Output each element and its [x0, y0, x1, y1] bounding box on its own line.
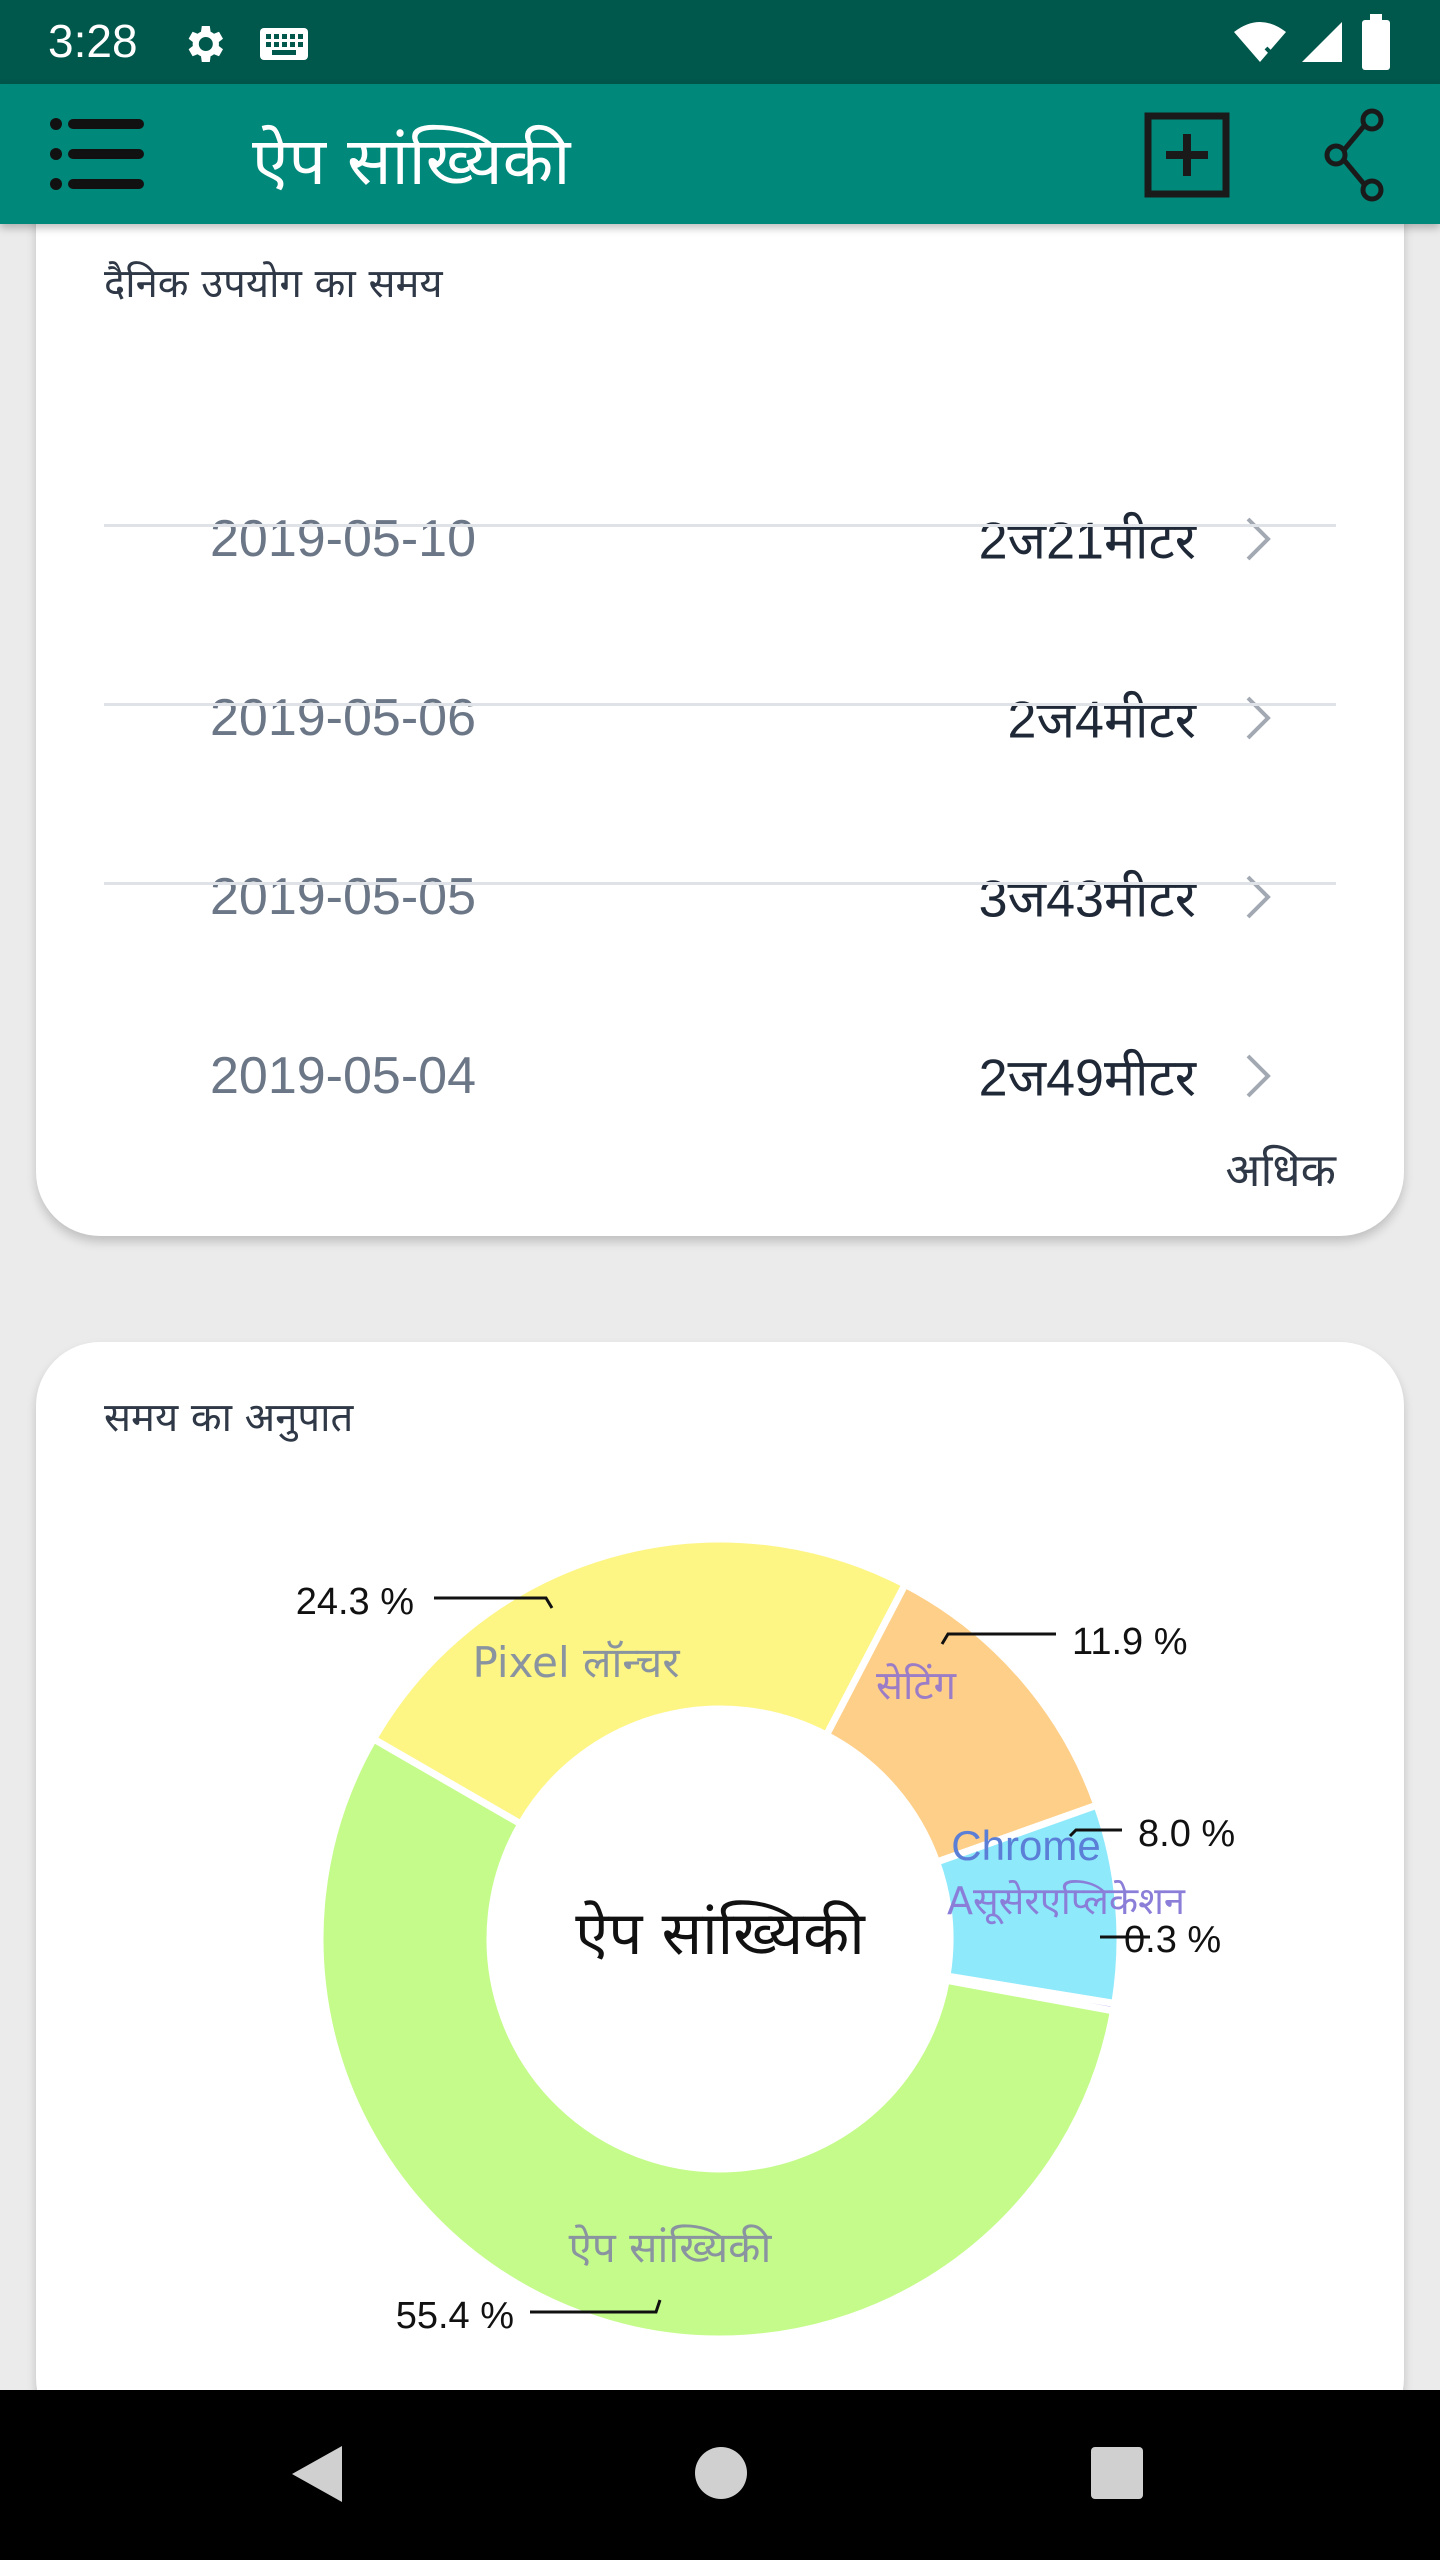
back-icon[interactable]	[286, 2442, 346, 2506]
keyboard-icon	[260, 28, 308, 60]
donut-chart: Pixel लॉन्चर सेटिंग Chrome Aसूसेरएप्लिके…	[296, 1535, 1235, 2343]
add-box-icon[interactable]	[1144, 112, 1230, 198]
donut-center-label: ऐप सांख्यिकी	[575, 1899, 866, 1969]
app-title: ऐप सांख्यिकी	[252, 123, 571, 200]
time-ratio-card: समय का अनुपात Pixel लॉन्चर सेटिंग Chrome…	[36, 1342, 1404, 2442]
app-bar: ऐप सांख्यिकी	[0, 84, 1440, 224]
slice-label: Pixel लॉन्चर	[472, 1638, 680, 1687]
daily-usage-title: दैनिक उपयोग का समय	[104, 261, 443, 307]
settings-icon	[188, 26, 223, 62]
daily-usage-card: दैनिक उपयोग का समय 2019-05-10 2ज21मीटर 2…	[36, 190, 1404, 1236]
menu-icon[interactable]	[48, 114, 148, 194]
percent-label: 24.3 %	[296, 1581, 414, 1623]
signal-icon	[1302, 22, 1342, 62]
usage-date: 2019-05-05	[210, 868, 476, 926]
percent-label: 8.0 %	[1138, 1813, 1235, 1855]
recents-icon[interactable]	[1090, 2446, 1144, 2500]
usage-date: 2019-05-04	[210, 1047, 476, 1105]
usage-date: 2019-05-10	[210, 510, 476, 568]
status-time: 3:28	[48, 15, 138, 67]
home-icon[interactable]	[694, 2446, 748, 2500]
chevron-right-icon	[1246, 1054, 1271, 1098]
navigation-bar	[0, 2390, 1440, 2560]
status-bar: 3:28	[0, 0, 1440, 84]
chevron-right-icon	[1246, 696, 1271, 740]
usage-row[interactable]: 2019-05-06 2ज4मीटर	[104, 629, 1336, 807]
battery-icon	[1362, 14, 1390, 70]
usage-date: 2019-05-06	[210, 689, 476, 747]
divider	[104, 882, 1336, 885]
usage-row[interactable]: 2019-05-10 2ज21मीटर	[104, 450, 1336, 628]
chevron-right-icon	[1246, 875, 1271, 919]
slice-label: सेटिंग	[876, 1663, 958, 1709]
percent-label: 11.9 %	[1072, 1621, 1187, 1663]
usage-duration: 2ज49मीटर	[978, 1049, 1196, 1108]
divider	[104, 703, 1336, 706]
usage-duration: 3ज43मीटर	[978, 870, 1196, 929]
chevron-right-icon	[1246, 517, 1271, 561]
usage-duration: 2ज4मीटर	[1007, 691, 1196, 750]
more-link[interactable]: अधिक	[1225, 1138, 1336, 1200]
wifi-icon	[1234, 22, 1286, 62]
share-icon[interactable]	[1324, 108, 1388, 202]
usage-row[interactable]: 2019-05-05 3ज43मीटर	[104, 808, 1336, 986]
divider	[104, 524, 1336, 527]
slice-label: ऐप सांख्यिकी	[569, 2223, 773, 2272]
usage-duration: 2ज21मीटर	[978, 512, 1196, 571]
usage-row[interactable]: 2019-05-04 2ज49मीटर	[104, 987, 1336, 1165]
percent-label: 55.4 %	[396, 2295, 514, 2337]
percent-label: 0.3 %	[1124, 1919, 1221, 1961]
